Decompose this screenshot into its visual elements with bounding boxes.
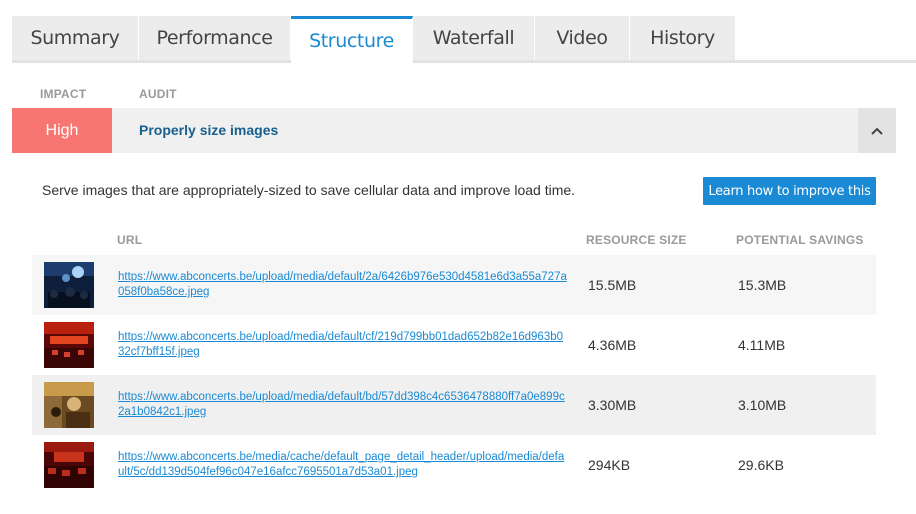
- resource-size-value: 3.30MB: [588, 397, 637, 413]
- tab-summary[interactable]: Summary: [12, 16, 139, 60]
- audit-title: Properly size images: [139, 122, 279, 138]
- chevron-up-icon: [871, 127, 883, 135]
- image-thumbnail: [44, 322, 94, 368]
- potential-savings-value: 4.11MB: [738, 337, 786, 353]
- resource-url-link[interactable]: https://www.abconcerts.be/media/cache/de…: [118, 450, 568, 480]
- tab-structure[interactable]: Structure: [291, 16, 413, 63]
- resource-url-link[interactable]: https://www.abconcerts.be/upload/media/d…: [118, 330, 568, 360]
- tab-history[interactable]: History: [630, 16, 736, 60]
- table-row: https://www.abconcerts.be/upload/media/d…: [32, 255, 876, 315]
- potential-savings-column-header: POTENTIAL SAVINGS: [736, 233, 864, 247]
- audit-header-row[interactable]: High Properly size images: [12, 108, 896, 153]
- tab-bar: Summary Performance Structure Waterfall …: [12, 16, 916, 63]
- table-row: https://www.abconcerts.be/media/cache/de…: [32, 435, 876, 495]
- table-row: https://www.abconcerts.be/upload/media/d…: [32, 315, 876, 375]
- resource-url-link[interactable]: https://www.abconcerts.be/upload/media/d…: [118, 390, 568, 420]
- tab-waterfall[interactable]: Waterfall: [413, 16, 535, 60]
- resource-url-link[interactable]: https://www.abconcerts.be/upload/media/d…: [118, 270, 568, 300]
- potential-savings-value: 15.3MB: [738, 277, 787, 293]
- learn-how-button[interactable]: Learn how to improve this: [703, 177, 876, 205]
- potential-savings-value: 29.6KB: [738, 457, 784, 473]
- tab-divider: [12, 60, 916, 63]
- tab-performance[interactable]: Performance: [139, 16, 291, 60]
- url-column-header: URL: [117, 233, 143, 247]
- image-thumbnail: [44, 262, 94, 308]
- impact-badge: High: [12, 108, 112, 153]
- image-thumbnail: [44, 442, 94, 488]
- potential-savings-value: 3.10MB: [738, 397, 787, 413]
- collapse-button[interactable]: [858, 108, 896, 153]
- audit-description: Serve images that are appropriately-size…: [42, 182, 576, 198]
- resource-size-value: 15.5MB: [588, 277, 637, 293]
- tab-video[interactable]: Video: [535, 16, 630, 60]
- audit-column-label: AUDIT: [139, 87, 177, 101]
- resource-size-column-header: RESOURCE SIZE: [586, 233, 687, 247]
- impact-column-label: IMPACT: [40, 87, 87, 101]
- table-row: https://www.abconcerts.be/upload/media/d…: [32, 375, 876, 435]
- resource-size-value: 294KB: [588, 457, 631, 473]
- resource-size-value: 4.36MB: [588, 337, 637, 353]
- image-thumbnail: [44, 382, 94, 428]
